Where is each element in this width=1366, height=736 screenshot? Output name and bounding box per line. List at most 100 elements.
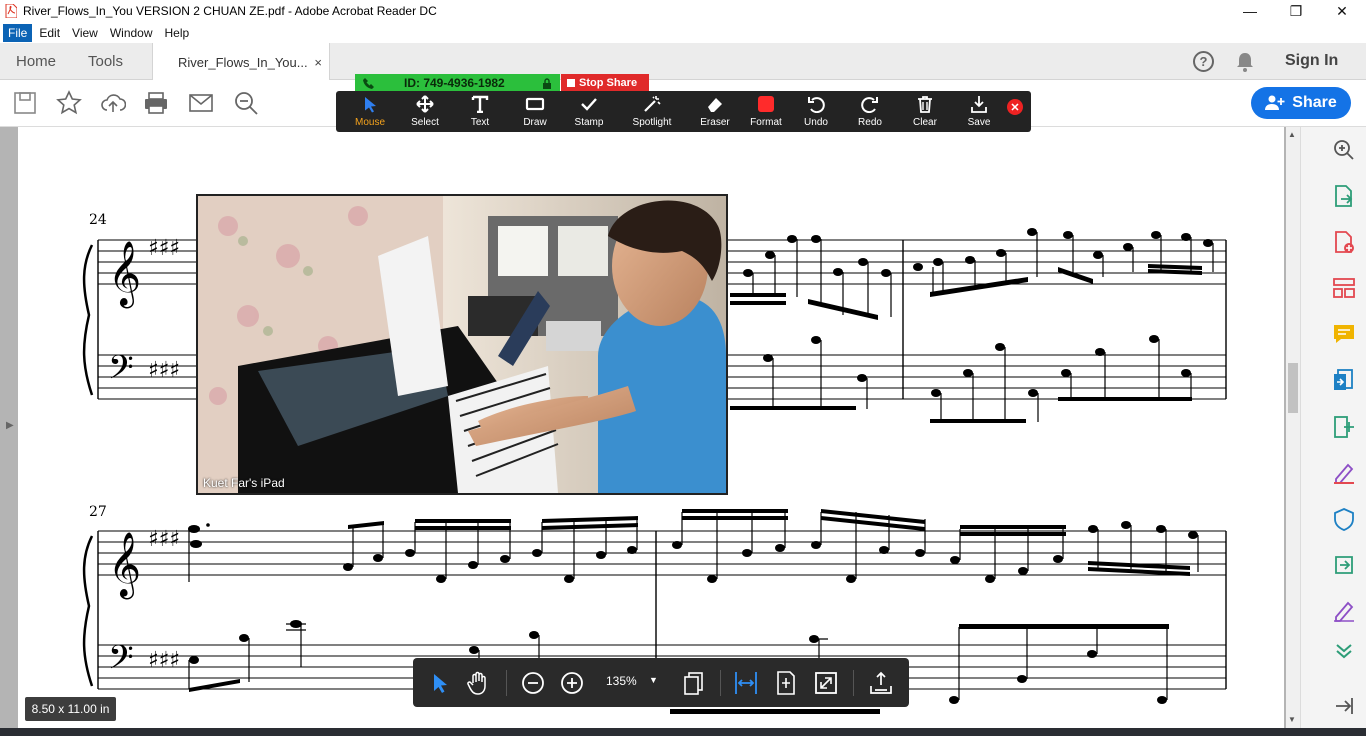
annotate-eraser-button[interactable]: Eraser — [687, 95, 743, 131]
annotate-stamp-button[interactable]: Stamp — [561, 95, 617, 131]
annotate-mouse-button[interactable]: Mouse — [342, 95, 398, 131]
upload-icon[interactable] — [100, 90, 126, 116]
stop-share-button[interactable]: Stop Share — [561, 74, 649, 92]
fit-width-icon[interactable] — [733, 670, 759, 696]
annotate-undo-button[interactable]: Undo — [788, 95, 844, 131]
chevron-down-icon[interactable]: ▼ — [649, 675, 658, 685]
zoom-annotation-toolbar: Mouse Select Text Draw Stamp Spotlight E… — [336, 91, 1031, 132]
annotate-spotlight-button[interactable]: Spotlight — [624, 95, 680, 131]
undo-icon — [808, 97, 825, 113]
send-for-review-icon[interactable] — [1332, 553, 1356, 577]
help-icon[interactable]: ? — [1193, 51, 1214, 72]
text-icon — [471, 95, 489, 113]
vertical-scrollbar[interactable]: ▲ ▼ — [1286, 127, 1300, 728]
restore-button[interactable]: ❐ — [1273, 0, 1319, 22]
cursor-icon — [365, 97, 376, 113]
menu-help[interactable]: Help — [160, 24, 195, 42]
comment-icon[interactable] — [1332, 322, 1356, 346]
menu-bar: File Edit View Window Help — [0, 22, 1366, 43]
print-icon[interactable] — [143, 90, 169, 116]
fill-sign-icon[interactable] — [1332, 461, 1356, 485]
page-size-indicator: 8.50 x 11.00 in — [25, 697, 116, 721]
acrobat-window: River_Flows_In_You VERSION 2 CHUAN ZE.pd… — [0, 0, 1366, 736]
scroll-up-icon[interactable]: ▲ — [1288, 130, 1296, 139]
search-zoom-icon[interactable] — [233, 90, 259, 116]
annotate-redo-button[interactable]: Redo — [842, 95, 898, 131]
stop-square-icon — [567, 79, 575, 87]
share-button[interactable]: Share — [1251, 87, 1351, 119]
menu-file[interactable]: File — [3, 23, 33, 42]
save-icon[interactable] — [12, 90, 38, 116]
video-feed-window[interactable]: Kuet Far's iPad — [196, 194, 728, 495]
protect-icon[interactable] — [1332, 507, 1356, 531]
fit-page-icon[interactable] — [773, 670, 799, 696]
tab-document-label: River_Flows_In_You... — [178, 54, 308, 70]
svg-text:♯♯♯: ♯♯♯ — [148, 236, 180, 261]
tab-home[interactable]: Home — [16, 43, 56, 80]
annotate-text-button[interactable]: Text — [452, 95, 508, 131]
svg-text:♯♯♯: ♯♯♯ — [148, 527, 180, 552]
hand-tool-icon[interactable] — [466, 670, 492, 696]
mail-icon[interactable] — [188, 90, 214, 116]
tab-tools[interactable]: Tools — [88, 43, 123, 80]
redo-icon — [861, 97, 878, 113]
collapse-panel-icon[interactable] — [1332, 694, 1356, 718]
star-icon[interactable] — [56, 90, 82, 116]
color-swatch-icon — [758, 96, 774, 112]
close-tab-icon[interactable]: × — [314, 55, 322, 70]
measure-number-27: 27 — [89, 504, 107, 520]
sign-in-link[interactable]: Sign In — [1285, 52, 1338, 70]
signature-icon[interactable] — [1332, 599, 1356, 623]
tab-document[interactable]: River_Flows_In_You... × — [152, 43, 330, 81]
zoom-share-indicator: ID: 749-4936-1982 Stop Share — [355, 74, 650, 92]
minimize-button[interactable]: — — [1227, 0, 1273, 22]
export-pdf-icon[interactable] — [1332, 184, 1356, 208]
zoom-icon[interactable] — [1332, 138, 1356, 162]
compress-icon[interactable] — [1332, 415, 1356, 439]
full-screen-icon[interactable] — [813, 670, 839, 696]
select-cursor-icon[interactable] — [427, 670, 453, 696]
zoom-out-icon[interactable] — [520, 670, 546, 696]
menu-edit[interactable]: Edit — [34, 24, 65, 42]
meeting-id-pill[interactable]: ID: 749-4936-1982 — [355, 74, 560, 92]
scroll-down-icon[interactable]: ▼ — [1288, 715, 1296, 724]
svg-text:𝄞: 𝄞 — [108, 241, 141, 308]
svg-text:𝄢: 𝄢 — [108, 639, 134, 685]
svg-text:♯♯♯: ♯♯♯ — [148, 648, 180, 673]
trash-icon — [918, 96, 932, 113]
download-icon — [971, 96, 987, 113]
window-title: River_Flows_In_You VERSION 2 CHUAN ZE.pd… — [23, 4, 437, 18]
menu-view[interactable]: View — [67, 24, 103, 42]
left-panel-toggle-icon[interactable]: ▶ — [6, 420, 14, 431]
separator — [853, 670, 854, 696]
zoom-level[interactable]: 135% — [606, 674, 637, 688]
annotate-save-button[interactable]: Save — [951, 95, 1007, 131]
create-pdf-icon[interactable] — [1332, 230, 1356, 254]
separator — [506, 670, 507, 696]
video-caption: Kuet Far's iPad — [203, 476, 285, 490]
move-icon — [416, 95, 434, 113]
eraser-icon — [708, 98, 722, 112]
bell-icon[interactable] — [1236, 52, 1254, 72]
meeting-id: ID: 749-4936-1982 — [404, 76, 505, 90]
close-window-button[interactable]: ✕ — [1319, 0, 1365, 22]
share-upload-icon[interactable] — [868, 670, 894, 696]
annotate-draw-button[interactable]: Draw — [507, 95, 563, 131]
menu-window[interactable]: Window — [105, 24, 158, 42]
floating-page-toolbar: 135% ▼ — [413, 658, 909, 707]
svg-text:𝄢: 𝄢 — [108, 349, 134, 395]
combine-files-icon[interactable] — [1332, 368, 1356, 392]
zoom-in-icon[interactable] — [559, 670, 585, 696]
close-annotation-icon[interactable]: ✕ — [1007, 99, 1023, 115]
measure-number-24: 24 — [89, 212, 107, 228]
annotate-format-button[interactable]: Format — [738, 95, 794, 131]
annotate-clear-button[interactable]: Clear — [897, 95, 953, 131]
annotate-select-button[interactable]: Select — [397, 95, 453, 131]
more-tools-icon[interactable] — [1332, 639, 1356, 663]
title-bar: River_Flows_In_You VERSION 2 CHUAN ZE.pd… — [0, 0, 1366, 22]
organize-pages-icon[interactable] — [1332, 276, 1356, 300]
taskbar — [0, 728, 1366, 736]
scrollbar-thumb[interactable] — [1288, 363, 1298, 413]
svg-text:♯♯♯: ♯♯♯ — [148, 358, 180, 383]
page-thumbnails-icon[interactable] — [681, 670, 707, 696]
